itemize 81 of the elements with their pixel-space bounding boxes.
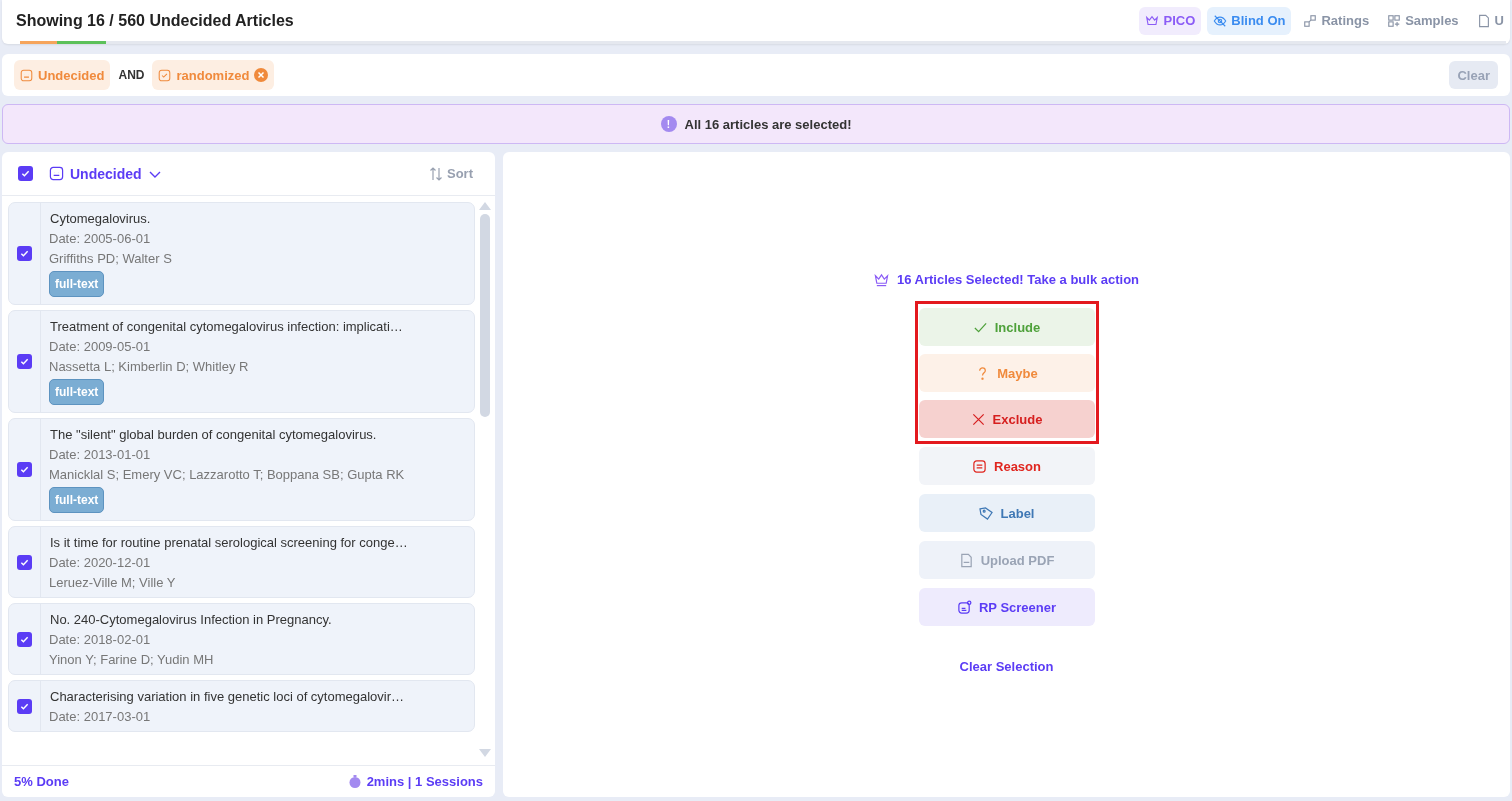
article-authors: Griffiths PD; Walter S — [49, 251, 172, 266]
toolbar-button[interactable]: PICO — [1139, 6, 1202, 35]
check-icon — [20, 465, 29, 474]
article-authors: Leruez-Ville M; Ville Y — [49, 575, 177, 590]
article-card[interactable]: No. 240-Cytomegalovirus Infection in Pregnancy. Date: 2018-02-01 Yinon Y; Farine D; Yudin MH — [8, 603, 475, 675]
article-card[interactable]: Cytomegalovirus. Date: 2005-06-01 Griffiths PD; Walter S full-text — [8, 202, 475, 305]
article-tag: full-text — [49, 271, 105, 297]
clear-selection-link[interactable]: Clear Selection — [953, 658, 1060, 675]
face-icon — [49, 166, 64, 181]
group-dropdown[interactable]: Undecided — [43, 165, 162, 182]
article-date: Date: 2013-01-01 — [49, 447, 152, 462]
sort-icon — [429, 166, 443, 181]
page-title: Showing 16 / 560 Undecided Articles — [16, 11, 295, 30]
filter-joiner: AND — [118, 68, 145, 82]
scrollbar-thumb[interactable] — [480, 214, 490, 417]
article-date: Date: 2018-02-01 — [49, 632, 152, 647]
article-card[interactable]: Treatment of congenital cytomegalovirus infection: implicati… Date: 2009-05-01 Nassetta L; Kimberlin D; Whitley R full-text — [8, 310, 475, 413]
ratings-icon — [1303, 13, 1318, 28]
close-icon — [970, 411, 986, 427]
article-title: The "silent" global burden of congenital cytomegalovirus. — [49, 427, 378, 442]
toolbar-button[interactable]: Samples — [1381, 6, 1465, 35]
checkbox[interactable] — [17, 354, 32, 369]
crown-icon — [1145, 13, 1160, 28]
tag-icon — [978, 505, 994, 521]
progress-text: 5% Done — [14, 774, 69, 789]
check-icon — [20, 634, 29, 644]
article-tag: full-text — [49, 379, 105, 405]
article-authors: Manicklal S; Emery VC; Lazzarotto T; Boppana SB; Gupta RK — [49, 467, 405, 482]
bulk-heading: 16 Articles Selected! Take a bulk action — [896, 272, 1139, 287]
article-card[interactable]: Characterising variation in five genetic loci of cytomegalovir… Date: 2017-03-01 — [8, 680, 475, 732]
action-button[interactable]: RP Screener — [918, 588, 1095, 626]
article-date: Date: 2009-05-01 — [49, 339, 152, 354]
toolbar-button[interactable]: U — [1470, 6, 1510, 35]
article-authors: Yinon Y; Farine D; Yudin MH — [49, 652, 215, 667]
article-authors: Nassetta L; Kimberlin D; Whitley R — [49, 359, 250, 374]
check-icon — [20, 249, 29, 258]
toolbar-button[interactable]: Ratings — [1297, 6, 1376, 35]
checkbox[interactable] — [18, 166, 33, 181]
article-card[interactable]: Is it time for routine prenatal serological screening for conge… Date: 2020-12-01 Leruez-Ville M; Ville Y — [8, 526, 475, 598]
clear-button[interactable]: Clear — [1449, 61, 1498, 89]
article-card[interactable]: The "silent" global burden of congenital cytomegalovirus. Date: 2013-01-01 Manicklal S; Emery VC; Lazzarotto T; Boppana SB; Gupta RK full-text — [8, 418, 475, 521]
article-date: Date: 2005-06-01 — [49, 231, 152, 246]
article-title: Is it time for routine prenatal serological screening for conge… — [49, 535, 408, 550]
info-icon: ! — [660, 116, 677, 132]
check-icon — [21, 169, 30, 178]
check-icon — [20, 557, 29, 567]
toolbar-button[interactable]: Blind On — [1207, 6, 1292, 35]
article-title: Cytomegalovirus. — [49, 211, 152, 226]
decision-button[interactable]: Maybe — [918, 354, 1095, 392]
article-date: Date: 2020-12-01 — [49, 555, 152, 570]
article-title: Treatment of congenital cytomegalovirus infection: implicati… — [49, 319, 403, 334]
pdf-file-icon — [958, 552, 974, 568]
action-button[interactable]: Reason — [918, 447, 1095, 485]
grid-icon — [1387, 13, 1402, 28]
checkbox-icon — [158, 68, 172, 82]
banner-text: All 16 articles are selected! — [684, 116, 852, 132]
checkbox[interactable] — [17, 698, 32, 714]
article-date: Date: 2017-03-01 — [49, 709, 152, 724]
check-icon — [20, 357, 29, 366]
face-icon — [20, 68, 33, 82]
check-icon — [20, 701, 29, 711]
filter-chip[interactable]: randomized — [152, 60, 275, 90]
sort-button[interactable]: Sort — [423, 165, 479, 182]
article-tag: full-text — [49, 487, 105, 513]
screener-icon — [956, 599, 972, 615]
article-title: No. 240-Cytomegalovirus Infection in Pregnancy. — [49, 612, 332, 627]
article-title: Characterising variation in five genetic loci of cytomegalovir… — [49, 689, 405, 704]
decision-button[interactable]: Include — [918, 308, 1095, 346]
session-time: 2mins | 1 Sessions — [366, 774, 483, 789]
decision-button[interactable]: Exclude — [918, 400, 1095, 438]
checkbox[interactable] — [17, 631, 32, 647]
file-icon — [1476, 13, 1491, 28]
crown-icon — [873, 272, 889, 287]
checkbox[interactable] — [17, 246, 32, 261]
filter-chip[interactable]: Undecided — [14, 60, 111, 90]
action-button[interactable]: Label — [918, 494, 1095, 532]
checkbox[interactable] — [17, 462, 32, 477]
eye-off-icon — [1213, 13, 1228, 28]
note-icon — [972, 458, 987, 474]
stopwatch-icon — [348, 775, 361, 788]
checkbox[interactable] — [17, 554, 32, 570]
